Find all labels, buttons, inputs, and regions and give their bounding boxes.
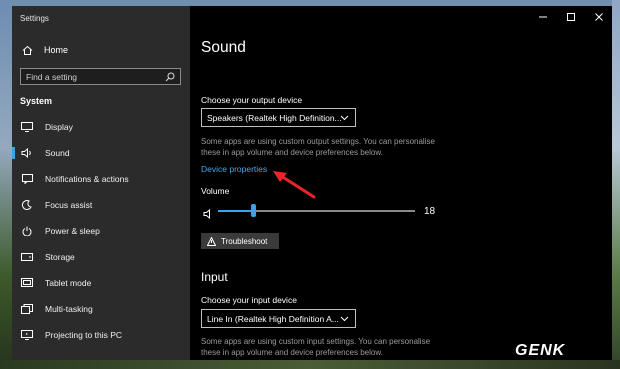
sidebar-item-notifications[interactable]: Notifications & actions <box>12 166 190 192</box>
projector-icon <box>20 330 34 340</box>
sidebar-item-label: Multi-tasking <box>45 304 93 314</box>
sidebar: Settings Home Find a setting System Disp… <box>12 6 190 360</box>
sidebar-item-label: Tablet mode <box>45 278 92 288</box>
output-device-select[interactable]: Speakers (Realtek High Definition... <box>201 108 356 127</box>
sidebar-item-label: Sound <box>45 148 70 158</box>
output-note: Some apps are using custom output settin… <box>201 137 435 157</box>
sidebar-item-sound[interactable]: Sound <box>12 140 190 166</box>
sidebar-item-focus-assist[interactable]: Focus assist <box>12 192 190 218</box>
page-title: Sound <box>201 39 246 56</box>
search-input[interactable]: Find a setting <box>20 68 181 85</box>
sidebar-item-label: Focus assist <box>45 200 93 210</box>
input-device-value: Line In (Realtek High Definition A... <box>207 313 339 324</box>
chevron-down-icon <box>340 314 349 325</box>
output-device-value: Speakers (Realtek High Definition... <box>207 112 342 123</box>
volume-label: Volume <box>201 186 230 196</box>
tablet-icon <box>20 278 34 288</box>
nav-home-label: Home <box>44 45 69 55</box>
moon-icon <box>20 200 34 210</box>
volume-value: 18 <box>424 206 436 217</box>
sidebar-item-multitasking[interactable]: Multi-tasking <box>12 296 190 322</box>
maximize-icon <box>567 13 575 21</box>
sidebar-item-projecting[interactable]: Projecting to this PC <box>12 322 190 348</box>
speaker-icon <box>20 148 34 158</box>
app-title: Settings <box>20 14 49 23</box>
desktop-wallpaper-bottom <box>0 360 620 369</box>
display-icon <box>20 122 34 132</box>
desktop-wallpaper-right <box>612 0 620 369</box>
sidebar-item-display[interactable]: Display <box>12 114 190 140</box>
multitasking-icon <box>20 304 34 314</box>
notifications-icon <box>20 174 34 184</box>
volume-slider-fill <box>218 210 253 212</box>
section-label-system: System <box>20 96 53 106</box>
search-placeholder: Find a setting <box>26 71 78 82</box>
sidebar-item-storage[interactable]: Storage <box>12 244 190 270</box>
volume-slider-track[interactable] <box>218 210 415 212</box>
sidebar-item-label: Storage <box>45 252 75 262</box>
input-device-label: Choose your input device <box>201 295 297 305</box>
search-icon[interactable] <box>165 72 175 84</box>
maximize-button[interactable] <box>558 6 584 28</box>
sidebar-item-label: Display <box>45 122 73 132</box>
input-device-select[interactable]: Line In (Realtek High Definition A... <box>201 309 356 328</box>
nav-home[interactable]: Home <box>20 43 68 57</box>
volume-slider-thumb[interactable] <box>251 204 256 217</box>
sidebar-item-tablet-mode[interactable]: Tablet mode <box>12 270 190 296</box>
chevron-down-icon <box>340 113 349 124</box>
warning-icon <box>207 236 216 246</box>
device-properties-link[interactable]: Device properties <box>201 164 267 174</box>
sidebar-item-label: Power & sleep <box>45 226 100 236</box>
close-button[interactable] <box>586 6 612 28</box>
troubleshoot-button[interactable]: Troubleshoot <box>201 233 279 249</box>
annotation-arrow <box>273 171 316 199</box>
input-heading: Input <box>201 270 228 284</box>
settings-window: Settings Home Find a setting System Disp… <box>12 6 612 360</box>
active-indicator <box>12 147 15 159</box>
sidebar-item-power-sleep[interactable]: Power & sleep <box>12 218 190 244</box>
power-icon <box>20 226 34 236</box>
output-device-label: Choose your output device <box>201 95 303 105</box>
input-note: Some apps are using custom input setting… <box>201 337 431 357</box>
storage-icon <box>20 253 34 261</box>
sidebar-item-label: Notifications & actions <box>45 174 129 184</box>
watermark-logo: GENK <box>515 342 566 359</box>
minimize-icon <box>539 16 547 18</box>
desktop-wallpaper-left <box>0 0 12 369</box>
minimize-button[interactable] <box>530 6 556 28</box>
sidebar-item-label: Projecting to this PC <box>45 330 123 340</box>
volume-icon[interactable] <box>203 206 214 224</box>
close-icon <box>595 13 603 21</box>
home-icon <box>20 45 34 56</box>
troubleshoot-label: Troubleshoot <box>221 236 268 246</box>
